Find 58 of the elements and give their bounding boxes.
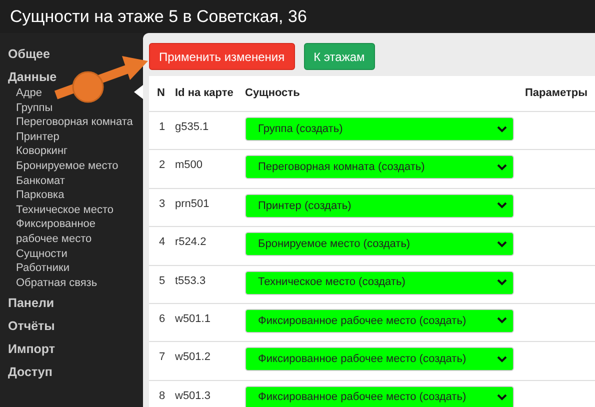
entity-select[interactable]: Фиксированное рабочее место (создать): [245, 308, 514, 333]
chevron-down-icon: [497, 202, 507, 210]
map-id-cell-text: r524.2: [175, 235, 206, 250]
map-id-cell-text: w501.3: [175, 388, 210, 404]
sidebar-item[interactable]: Работники: [16, 261, 140, 276]
chevron-down-icon: [497, 164, 507, 171]
column-header: Id на карте: [175, 86, 234, 102]
sidebar-item[interactable]: Сущности: [16, 246, 140, 262]
entity-select[interactable]: Фиксированное рабочее место (создать): [245, 386, 514, 407]
entity-select[interactable]: Техническое место (создать): [245, 270, 514, 295]
sidebar-item[interactable]: Техническое место: [16, 202, 140, 218]
sidebar-item[interactable]: Группы: [16, 100, 140, 116]
chevron-down-icon: [497, 317, 507, 324]
map-id-cell-text: w501.1: [175, 312, 210, 327]
sidebar-item[interactable]: Банкомат: [16, 174, 140, 188]
entity-select[interactable]: Фиксированное рабочее место (создать): [245, 347, 514, 372]
chevron-down-icon: [497, 279, 507, 286]
map-id-cell-text: prn501: [175, 196, 210, 212]
row-number: 1: [158, 120, 166, 135]
row-number: 5: [158, 274, 166, 289]
annotation-circle: [72, 71, 104, 103]
sidebar-item[interactable]: Принтер: [16, 130, 140, 144]
sidebar-item[interactable]: Бронируемое место: [16, 158, 140, 174]
page-title: Сущности на этаже 5 в Советская, 36: [10, 6, 307, 28]
chevron-down-icon: [497, 356, 507, 363]
chevron-down-icon: [497, 240, 507, 248]
row-number: 2: [158, 158, 166, 174]
sidebar-section[interactable]: Отчёты: [8, 315, 55, 338]
sidebar-section[interactable]: Данные: [8, 66, 57, 89]
row-number: 8: [158, 388, 166, 404]
map-id-cell-text: m500: [175, 158, 203, 174]
entity-select[interactable]: Переговорная комната (создать): [245, 155, 514, 180]
row-number: 3: [158, 196, 166, 212]
sidebar-item[interactable]: Коворкинг: [16, 144, 140, 159]
row-number: 4: [158, 235, 166, 250]
map-id-cell-text: w501.2: [175, 350, 210, 366]
map-id-cell-text: g535.1: [175, 120, 209, 135]
row-number: 7: [158, 350, 166, 366]
entity-select[interactable]: Группа (создать): [245, 117, 514, 141]
entity-select[interactable]: Бронируемое место (создать): [245, 232, 514, 256]
sidebar-item[interactable]: Фиксированное рабочее место: [16, 217, 140, 247]
sidebar-item[interactable]: Парковка: [16, 188, 140, 203]
apply-button[interactable]: Применить изменения: [149, 43, 295, 70]
sidebar-section[interactable]: Панели: [8, 292, 54, 316]
column-header: Сущность: [245, 86, 301, 102]
sidebar-item[interactable]: Обратная связь: [16, 276, 140, 290]
map-id-cell-text: t553.3: [175, 274, 206, 289]
chevron-down-icon: [497, 126, 507, 132]
sidebar-section[interactable]: Доступ: [8, 361, 52, 384]
chevron-down-icon: [497, 394, 507, 402]
column-header: N: [156, 86, 166, 102]
sidebar-section[interactable]: Импорт: [8, 338, 56, 362]
entity-select[interactable]: Принтер (создать): [245, 194, 514, 218]
row-number: 6: [158, 312, 166, 327]
sidebar-item[interactable]: Переговорная комната: [16, 115, 140, 130]
sidebar-section[interactable]: Общее: [8, 43, 50, 66]
column-header: Параметры: [525, 86, 588, 102]
pointer-icon: [134, 85, 143, 99]
